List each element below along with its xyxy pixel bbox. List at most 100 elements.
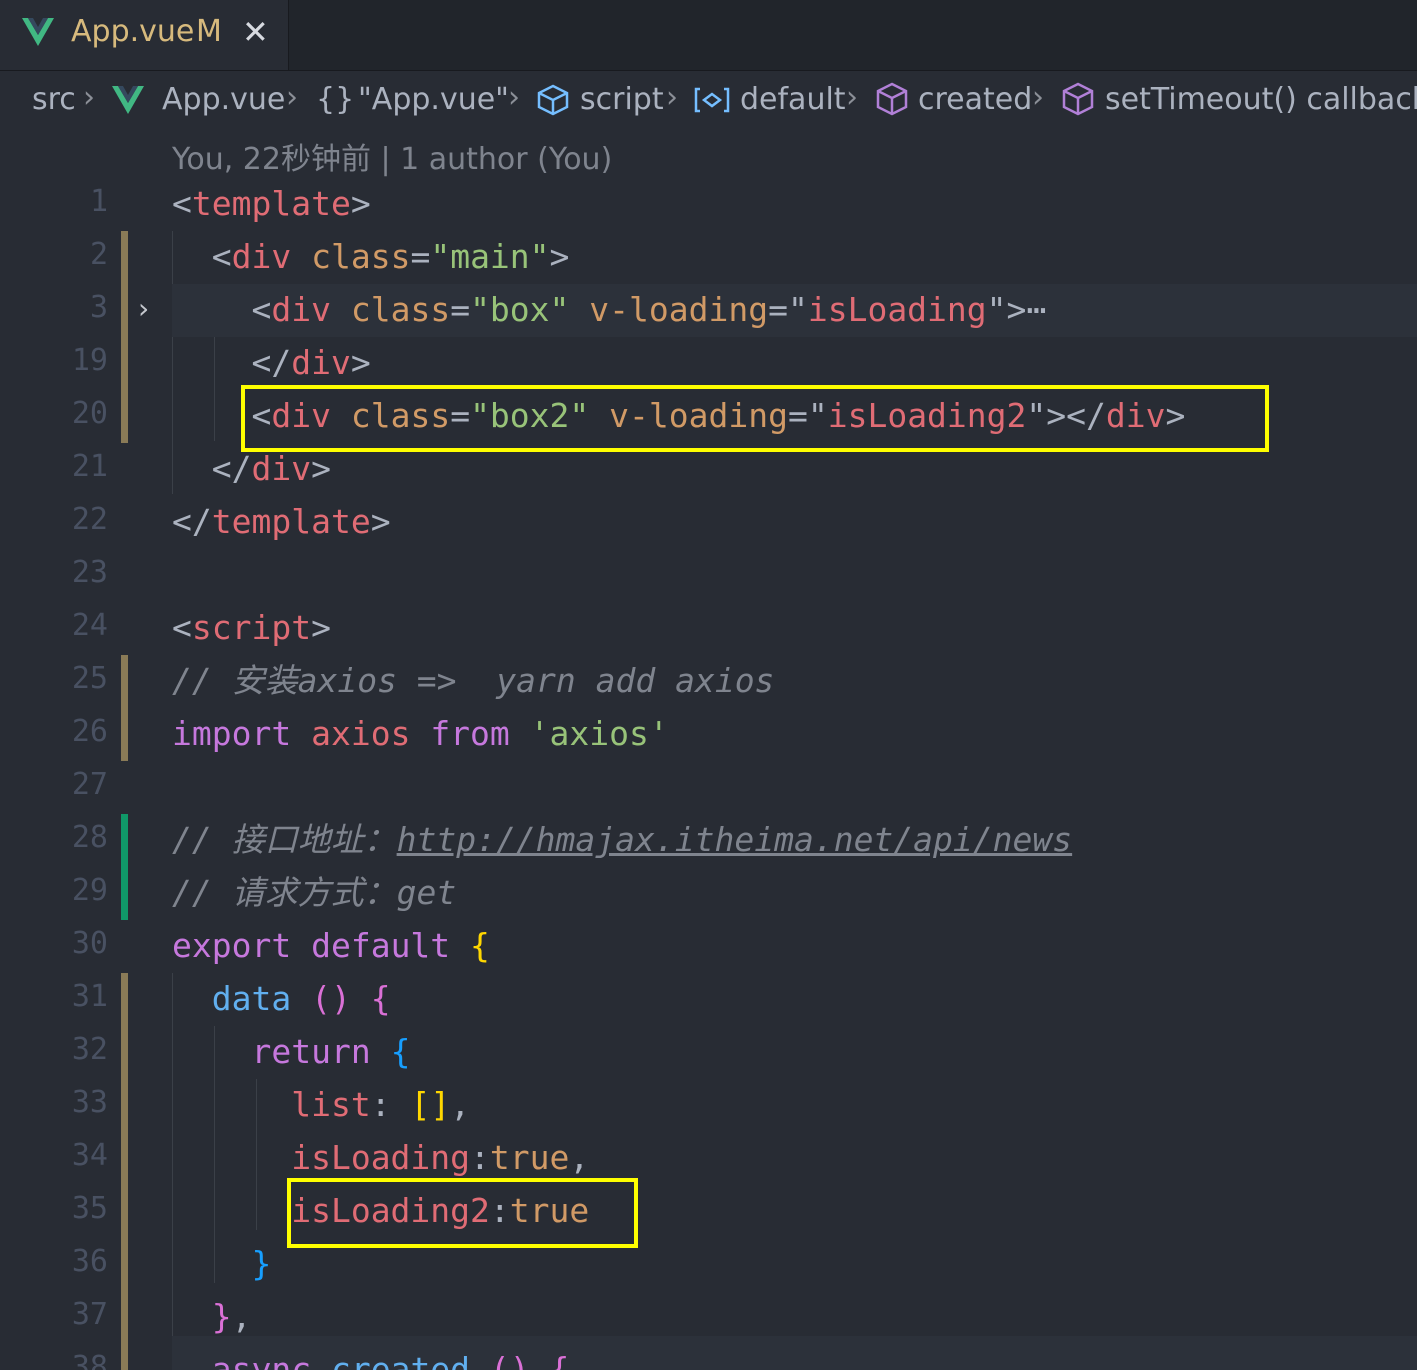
tab-filename: App.vue [71,14,195,49]
breadcrumb-created[interactable]: created [918,82,1032,117]
code-line[interactable]: 27 [0,761,1417,814]
chevron-right-icon: › [1032,80,1044,115]
modified-gutter-marker[interactable] [121,390,128,443]
chevron-right-icon: › [83,80,95,115]
code-line[interactable]: 36 } [0,1238,1417,1291]
breadcrumb-default[interactable]: default [740,82,846,117]
breadcrumb-object[interactable]: "App.vue" [358,82,509,117]
modified-gutter-marker[interactable] [121,1344,128,1370]
code-line[interactable]: 3 › <div class="box" v-loading="isLoadin… [0,284,1417,337]
close-icon[interactable]: ✕ [242,13,269,51]
tab-bar: App.vue M ✕ [0,0,1417,71]
code-text: </div> [251,343,371,382]
line-number: 2 [89,237,108,272]
variable-icon [694,87,730,113]
code-line[interactable]: 23 [0,549,1417,602]
code-text: return { [251,1032,411,1071]
line-number: 36 [71,1244,108,1279]
code-text: <div class="main"> [211,237,570,276]
code-line[interactable]: 35 isLoading2:true [0,1185,1417,1238]
line-number: 34 [71,1138,108,1173]
tab-modified-badge: M [196,14,222,49]
highlight-box-line-35 [287,1178,638,1248]
code-line[interactable]: 30 export default { [0,920,1417,973]
code-line[interactable]: 25 // 安装axios => yarn add axios [0,655,1417,708]
modified-gutter-marker[interactable] [121,1291,128,1344]
line-number: 1 [89,184,108,219]
modified-gutter-marker[interactable] [121,1238,128,1291]
code-line[interactable]: 24 <script> [0,602,1417,655]
breadcrumb-file[interactable]: App.vue [162,82,285,117]
line-number: 3 [89,290,108,325]
line-number: 35 [71,1191,108,1226]
code-text: }, [211,1297,252,1336]
code-line[interactable]: 28 // 接口地址：http://hmajax.itheima.net/api… [0,814,1417,867]
added-gutter-marker[interactable] [121,867,128,920]
modified-gutter-marker[interactable] [121,1026,128,1079]
code-line[interactable]: 2 <div class="main"> [0,231,1417,284]
code-editor[interactable]: 1 <template> 2 <div class="main"> 3 › <d… [0,178,1417,1370]
line-number: 33 [71,1085,108,1120]
added-gutter-marker[interactable] [121,814,128,867]
chevron-right-icon: › [846,80,858,115]
code-line[interactable]: 32 return { [0,1026,1417,1079]
breadcrumb-script[interactable]: script [580,82,664,117]
code-text: isLoading:true, [291,1138,590,1177]
code-line[interactable]: 1 <template> [0,178,1417,231]
code-comment: // 接口地址：http://hmajax.itheima.net/api/ne… [172,820,1073,859]
code-line[interactable]: 22 </template> [0,496,1417,549]
code-text: } [251,1244,272,1283]
line-number: 26 [71,714,108,749]
code-text: <script> [172,608,331,647]
modified-gutter-marker[interactable] [121,231,128,284]
code-line[interactable]: 26 import axios from 'axios' [0,708,1417,761]
modified-gutter-marker[interactable] [121,337,128,390]
breadcrumb: src › App.vue › {} "App.vue" › script › … [0,70,1417,130]
chevron-right-icon: › [286,80,298,115]
modified-gutter-marker[interactable] [121,1185,128,1238]
code-line[interactable]: 31 data () { [0,973,1417,1026]
line-number: 38 [71,1350,108,1370]
modified-gutter-marker[interactable] [121,284,128,337]
modified-gutter-marker[interactable] [121,973,128,1026]
code-line[interactable]: 19 </div> [0,337,1417,390]
highlight-box-line-20 [241,385,1269,452]
git-blame-codelens[interactable]: You, 22秒钟前 | 1 author (You) [172,134,612,178]
modified-gutter-marker[interactable] [121,708,128,761]
tab-app-vue[interactable]: App.vue M ✕ [0,0,289,70]
fold-chevron-icon[interactable]: › [138,292,149,325]
line-number: 27 [71,767,108,802]
breadcrumb-src[interactable]: src [32,82,76,117]
line-number: 32 [71,1032,108,1067]
code-text: data () { [211,979,391,1018]
line-number: 25 [71,661,108,696]
code-text: </template> [172,502,391,541]
code-line[interactable]: 33 list: [], [0,1079,1417,1132]
folded-ellipsis: ⋯ [1026,290,1047,329]
line-number: 29 [71,873,108,908]
modified-gutter-marker[interactable] [121,1132,128,1185]
line-number: 37 [71,1297,108,1332]
breadcrumb-callback[interactable]: setTimeout() callback [1105,82,1417,117]
code-text: import axios from 'axios' [172,714,669,753]
code-line[interactable]: 38 async created () { [0,1336,1417,1370]
code-text: list: [], [291,1085,471,1124]
code-line[interactable]: 34 isLoading:true, [0,1132,1417,1185]
line-number: 19 [71,343,108,378]
vue-logo-icon [112,86,144,114]
modified-gutter-marker[interactable] [121,655,128,708]
code-line[interactable]: 29 // 请求方式：get [0,867,1417,920]
code-text: async created () { [211,1350,570,1370]
code-text: export default { [172,926,490,965]
line-number: 21 [71,449,108,484]
code-text: <div class="box" v-loading="isLoading">⋯ [251,290,1047,329]
vue-logo-icon [22,18,54,46]
modified-gutter-marker[interactable] [121,1079,128,1132]
line-number: 28 [71,820,108,855]
code-comment: // 安装axios => yarn add axios [172,661,775,700]
comment-link[interactable]: http://hmajax.itheima.net/api/news [397,820,1073,859]
code-comment: // 请求方式：get [172,873,457,912]
line-number: 31 [71,979,108,1014]
line-number: 24 [71,608,108,643]
method-cube-icon [1062,82,1094,116]
